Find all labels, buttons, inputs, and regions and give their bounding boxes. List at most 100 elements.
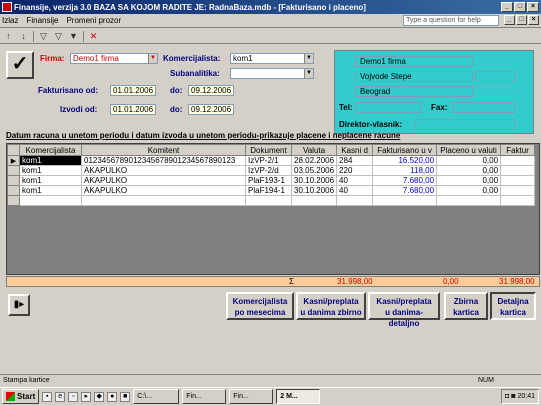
izvodi-od-field[interactable]: 01.01.2006 xyxy=(110,104,156,115)
komercijalista-combo[interactable]: kom1 ▼ xyxy=(230,53,314,64)
cell-placeno[interactable]: 0,00 xyxy=(436,155,502,166)
cell-komitent[interactable]: AKAPULKO xyxy=(81,185,246,196)
chevron-down-icon[interactable]: ▼ xyxy=(304,69,313,78)
cell-fakturisano[interactable]: 118,00 xyxy=(372,165,438,176)
col-header-placeno[interactable]: Placeno u valuti xyxy=(436,144,502,156)
table-row[interactable]: kom1 AKAPULKO PlaF193-1 30.10.2006 40 7.… xyxy=(7,175,536,186)
cell-empty[interactable] xyxy=(436,195,502,206)
doc-restore-button[interactable]: □ xyxy=(516,15,527,25)
cell-empty[interactable] xyxy=(245,195,292,206)
cell-dokument[interactable]: PlaF193-1 xyxy=(245,175,292,186)
cell-kasni[interactable]: 40 xyxy=(336,185,374,196)
chevron-down-icon[interactable]: ▼ xyxy=(148,54,157,63)
task-button-fin-1[interactable]: Fin... xyxy=(182,389,227,404)
task-button-explorer[interactable]: C:\... xyxy=(133,389,180,404)
cell-empty[interactable] xyxy=(500,195,536,206)
cell-empty[interactable] xyxy=(19,195,82,206)
cell-faktur[interactable] xyxy=(500,175,536,186)
cell-kasni[interactable]: 220 xyxy=(336,165,374,176)
doc-close-button[interactable]: × xyxy=(528,15,539,25)
quicklaunch-desktop-icon[interactable]: ▪ xyxy=(42,391,53,402)
quicklaunch-media-icon[interactable]: ▸ xyxy=(81,391,92,402)
fakturisano-do-field[interactable]: 09.12.2006 xyxy=(188,85,234,96)
fakturisano-od-field[interactable]: 01.01.2006 xyxy=(110,85,156,96)
firma-combo[interactable]: Demo1 firma ▼ xyxy=(70,53,158,64)
quicklaunch-app3-icon[interactable]: ■ xyxy=(120,391,131,402)
row-selector[interactable] xyxy=(7,185,20,196)
task-button-access[interactable]: 2 M... xyxy=(276,389,321,404)
cell-valuta[interactable]: 30.10.2006 xyxy=(290,185,338,196)
col-header-komitent[interactable]: Komitent xyxy=(81,144,246,156)
clock[interactable]: 20:41 xyxy=(517,393,535,400)
cell-empty[interactable] xyxy=(372,195,438,206)
col-header-kasni[interactable]: Kasni d xyxy=(336,144,374,156)
data-grid[interactable]: Komercijalista Komitent Dokument Valuta … xyxy=(6,143,540,275)
cell-valuta[interactable]: 30.10.2006 xyxy=(290,175,338,186)
cell-valuta[interactable]: 28.02.2006 xyxy=(290,155,338,166)
cell-komitent[interactable]: AKAPULKO xyxy=(81,165,246,176)
quicklaunch-explorer-icon[interactable]: ▫ xyxy=(68,391,79,402)
cell-empty[interactable] xyxy=(336,195,374,206)
tray-icon[interactable]: ◘ xyxy=(505,393,509,400)
kasni-detaljno-button[interactable]: Kasni/preplata u danima-detaljno xyxy=(368,292,440,328)
cell-kasni[interactable]: 40 xyxy=(336,175,374,186)
maximize-button[interactable]: □ xyxy=(514,2,526,12)
menu-finansije[interactable]: Finansije xyxy=(26,16,58,25)
col-header-faktur[interactable]: Faktur xyxy=(500,144,536,156)
filter-by-selection-icon[interactable]: ▽ xyxy=(38,31,49,42)
sort-desc-icon[interactable]: ↓ xyxy=(18,31,29,42)
cell-faktur[interactable] xyxy=(500,185,536,196)
cell-placeno[interactable]: 0,00 xyxy=(436,165,502,176)
cell-faktur[interactable] xyxy=(500,155,536,166)
row-selector-current-icon[interactable]: ▶ xyxy=(7,155,20,166)
cell-komercijalista[interactable]: kom1 xyxy=(19,185,82,196)
close-button[interactable]: × xyxy=(527,2,539,12)
table-row-new[interactable] xyxy=(7,195,536,206)
apply-filter-icon[interactable]: ▼ xyxy=(68,31,79,42)
exit-door-button[interactable]: ▮▸ xyxy=(8,294,30,316)
kasni-zbirno-button[interactable]: Kasni/preplata u danima zbirno xyxy=(296,292,366,320)
cell-komitent[interactable]: AKAPULKO xyxy=(81,175,246,186)
menu-promeni-prozor[interactable]: Promeni prozor xyxy=(66,16,121,25)
col-header-valuta[interactable]: Valuta xyxy=(290,144,338,156)
cell-fakturisano[interactable]: 16.520,00 xyxy=(372,155,438,166)
cell-empty[interactable] xyxy=(290,195,338,206)
col-header-dokument[interactable]: Dokument xyxy=(245,144,292,156)
menu-izlaz[interactable]: Izlaz xyxy=(2,16,18,25)
col-header-fakturisano[interactable]: Fakturisano u v xyxy=(372,144,438,156)
cell-faktur[interactable] xyxy=(500,165,536,176)
cell-dokument[interactable]: PlaF194-1 xyxy=(245,185,292,196)
komercijalista-po-mesecima-button[interactable]: Komercijalista po mesecima xyxy=(226,292,294,320)
chevron-down-icon[interactable]: ▼ xyxy=(304,54,313,63)
quicklaunch-app-icon[interactable]: ◆ xyxy=(94,391,105,402)
table-row[interactable]: kom1 AKAPULKO IzVP-2/d 03.05.2006 220 11… xyxy=(7,165,536,176)
filter-by-form-icon[interactable]: ▽ xyxy=(53,31,64,42)
cell-fakturisano[interactable]: 7.680,00 xyxy=(372,175,438,186)
cell-placeno[interactable]: 0,00 xyxy=(436,175,502,186)
row-selector[interactable] xyxy=(7,165,20,176)
quicklaunch-ie-icon[interactable]: e xyxy=(55,391,66,402)
help-search-input[interactable]: Type a question for help xyxy=(403,15,499,26)
cell-fakturisano[interactable]: 7.680,00 xyxy=(372,185,438,196)
new-record-selector[interactable] xyxy=(7,195,20,206)
subanalitika-combo[interactable]: ▼ xyxy=(230,68,314,79)
zbirna-kartica-button[interactable]: Zbirna kartica xyxy=(444,292,488,320)
cell-dokument[interactable]: IzVP-2/d xyxy=(245,165,292,176)
minimize-button[interactable]: _ xyxy=(501,2,513,12)
cell-komercijalista[interactable]: kom1 xyxy=(19,165,82,176)
cell-empty[interactable] xyxy=(81,195,246,206)
izvodi-do-field[interactable]: 09.12.2006 xyxy=(188,104,234,115)
tray-icon[interactable]: ◙ xyxy=(511,393,515,400)
cell-dokument[interactable]: IzVP-2/1 xyxy=(245,155,292,166)
confirm-check-button[interactable]: ✓ xyxy=(6,51,34,79)
row-selector[interactable] xyxy=(7,175,20,186)
cell-komitent[interactable]: 0123456789012345678901234567890123 xyxy=(81,155,246,166)
table-row[interactable]: kom1 AKAPULKO PlaF194-1 30.10.2006 40 7.… xyxy=(7,185,536,196)
cell-placeno[interactable]: 0,00 xyxy=(436,185,502,196)
col-header-komercijalista[interactable]: Komercijalista xyxy=(19,144,82,156)
sort-asc-icon[interactable]: ↑ xyxy=(3,31,14,42)
doc-minimize-button[interactable]: _ xyxy=(504,15,515,25)
delete-record-icon[interactable]: ✕ xyxy=(88,31,99,42)
cell-kasni[interactable]: 284 xyxy=(336,155,374,166)
cell-valuta[interactable]: 03.05.2006 xyxy=(290,165,338,176)
